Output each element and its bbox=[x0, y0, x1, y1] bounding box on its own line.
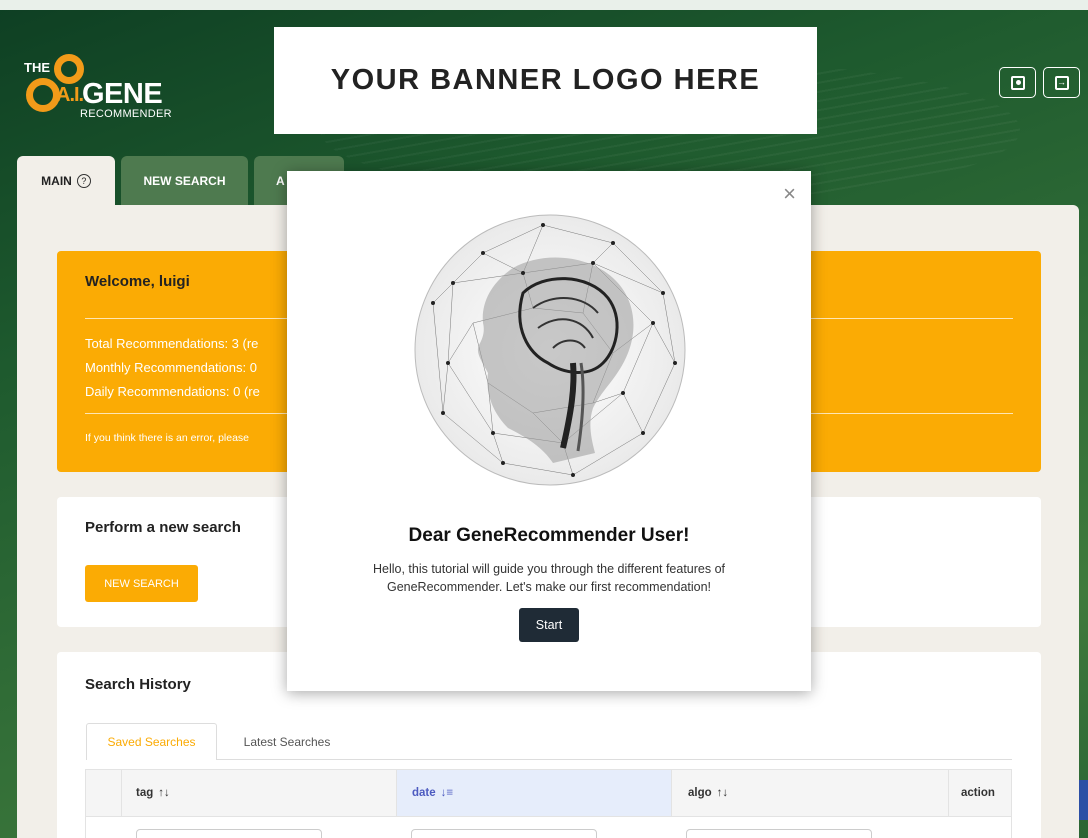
column-divider bbox=[671, 770, 672, 816]
help-icon[interactable]: ? bbox=[76, 174, 91, 188]
logo-ring-bottom bbox=[26, 78, 60, 112]
daily-recommendations: Daily Recommendations: 0 (re bbox=[85, 384, 260, 399]
user-profile-icon bbox=[1010, 75, 1025, 90]
modal-heading: Dear GeneRecommender User! bbox=[408, 525, 690, 546]
edge-accent bbox=[1079, 780, 1088, 820]
table-header: tag ↑↓ date ↓≡ algo ↑↓ action bbox=[85, 769, 1012, 817]
close-icon[interactable]: × bbox=[783, 181, 796, 207]
tab-latest-searches[interactable]: Latest Searches bbox=[232, 723, 342, 760]
column-algo-label: algo bbox=[688, 787, 712, 799]
new-search-title: Perform a new search bbox=[85, 519, 241, 536]
column-date-label: date bbox=[412, 787, 436, 799]
algo-filter-input[interactable] bbox=[686, 829, 872, 838]
profile-button[interactable] bbox=[999, 67, 1036, 98]
date-filter-input[interactable] bbox=[411, 829, 597, 838]
logo-the: THE bbox=[24, 60, 50, 75]
logout-icon: → bbox=[1054, 75, 1069, 90]
brain-illustration bbox=[414, 214, 686, 486]
column-action-label: action bbox=[961, 787, 995, 799]
column-algo[interactable]: algo ↑↓ bbox=[688, 770, 948, 816]
tab-new-search-label: NEW SEARCH bbox=[143, 174, 226, 188]
error-note: If you think there is an error, please bbox=[85, 432, 250, 444]
column-divider bbox=[121, 770, 122, 816]
logo-ai: A.I. bbox=[56, 84, 84, 106]
column-date[interactable]: date ↓≡ bbox=[397, 770, 671, 816]
logo-ring-top bbox=[54, 54, 84, 84]
tab-main[interactable]: MAIN ? bbox=[17, 156, 115, 206]
column-action: action bbox=[961, 770, 1011, 816]
monthly-recommendations: Monthly Recommendations: 0 bbox=[85, 360, 257, 375]
subtab-divider bbox=[217, 759, 1012, 760]
top-border bbox=[0, 0, 1088, 10]
filter-row bbox=[85, 817, 1012, 838]
column-divider bbox=[948, 770, 949, 816]
app-logo[interactable]: THE A.I. GENE RECOMMENDER bbox=[20, 48, 185, 123]
start-button[interactable]: Start bbox=[519, 608, 579, 642]
new-search-button[interactable]: NEW SEARCH bbox=[85, 565, 198, 602]
sort-desc-icon: ↓≡ bbox=[440, 787, 454, 799]
modal-body: Hello, this tutorial will guide you thro… bbox=[372, 562, 726, 594]
logo-gene: GENE bbox=[82, 78, 163, 110]
search-history-title: Search History bbox=[85, 676, 191, 693]
column-tag[interactable]: tag ↑↓ bbox=[136, 770, 394, 816]
tag-filter-input[interactable] bbox=[136, 829, 322, 838]
sort-icon: ↑↓ bbox=[716, 787, 729, 799]
banner-logo: YOUR BANNER LOGO HERE bbox=[274, 27, 817, 134]
tutorial-modal: × Dear GeneRecommender User! Hello, this… bbox=[287, 171, 811, 691]
tab-new-search[interactable]: NEW SEARCH bbox=[121, 156, 248, 206]
welcome-title: Welcome, luigi bbox=[85, 273, 190, 290]
sort-icon: ↑↓ bbox=[158, 787, 170, 799]
tab-main-label: MAIN bbox=[41, 174, 72, 188]
total-recommendations: Total Recommendations: 3 (re bbox=[85, 336, 259, 351]
tab-saved-searches[interactable]: Saved Searches bbox=[86, 723, 217, 760]
logo-recommender: RECOMMENDER bbox=[80, 108, 172, 120]
tab-third-label: A bbox=[276, 174, 285, 188]
column-tag-label: tag bbox=[136, 787, 154, 799]
logout-button[interactable]: → bbox=[1043, 67, 1080, 98]
